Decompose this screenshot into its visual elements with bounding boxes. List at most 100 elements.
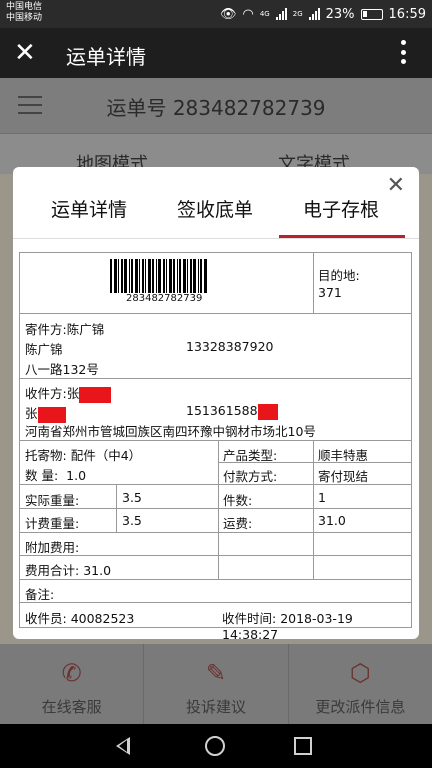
recent-apps-icon[interactable] <box>294 737 312 755</box>
system-nav-bar <box>0 724 432 768</box>
network-type-2: 2G <box>292 9 303 18</box>
quantity-label: 数 量: <box>25 468 59 483</box>
box-icon: ⬡ <box>349 659 371 687</box>
remarks-label: 备注: <box>25 587 55 602</box>
cargo-value: 配件（中4） <box>70 448 142 463</box>
waybill-number: 运单号 283482782739 <box>106 96 326 120</box>
tab-electronic-stub[interactable]: 电子存根 <box>303 195 379 222</box>
carrier-2: 中国移动 <box>6 13 43 23</box>
total-fee-row: 费用合计: 31.0 <box>25 560 111 579</box>
divider <box>218 462 411 463</box>
recipient-name-2: 张 <box>25 406 38 421</box>
sender-label: 寄件方: <box>25 322 67 337</box>
change-delivery-button[interactable]: ⬡ 更改派件信息 <box>289 644 432 724</box>
freight-label: 运费: <box>223 516 253 531</box>
more-options-icon[interactable] <box>401 40 406 64</box>
destination-label: 目的地: <box>318 268 360 283</box>
total-fee-value: 31.0 <box>83 563 112 578</box>
divider <box>218 440 219 580</box>
edit-icon: ✎ <box>205 659 227 687</box>
courier-value: 40082523 <box>70 611 135 626</box>
divider <box>20 532 411 533</box>
battery-percent: 23% <box>325 6 355 22</box>
home-icon[interactable] <box>205 736 225 756</box>
pickup-time-label: 收件时间: <box>222 611 277 626</box>
recipient-phone: 151361588 <box>186 403 258 418</box>
divider <box>20 555 411 556</box>
waybill-detail-modal: ✕ 运单详情 签收底单 电子存根 283482782739 目的地: 371 寄… <box>13 167 419 642</box>
tab-divider <box>13 238 419 239</box>
recipient-label: 收件方: <box>25 386 67 401</box>
barcode <box>110 259 220 293</box>
courier-row: 收件员: 40082523 <box>25 608 134 627</box>
redaction-mark <box>79 386 112 403</box>
freight-value: 31.0 <box>318 513 346 528</box>
billed-weight-label: 计费重量: <box>25 516 80 531</box>
redaction-mark <box>257 403 278 420</box>
sender-name-2: 陈广锦 <box>25 342 63 357</box>
total-fee-label: 费用合计: <box>25 563 80 578</box>
payment-label: 付款方式: <box>223 469 278 484</box>
modal-tabs: 运单详情 签收底单 电子存根 <box>13 191 419 237</box>
status-bar: 中国电信 中国移动 👁 ◠ 4G 2G 23% 16:59 <box>0 0 432 28</box>
recipient-name: 张 <box>66 386 80 401</box>
electronic-stub: 283482782739 目的地: 371 寄件方:陈广锦 陈广锦 133283… <box>19 252 412 642</box>
actual-weight-value: 3.5 <box>122 490 142 505</box>
sender-label-row: 寄件方:陈广锦 <box>25 319 104 338</box>
change-delivery-label: 更改派件信息 <box>315 698 406 716</box>
actual-weight-label: 实际重量: <box>25 493 80 508</box>
divider <box>313 440 314 580</box>
recipient-name-row: 张 <box>25 403 66 423</box>
divider <box>20 602 411 603</box>
payment-value: 寄付现结 <box>318 469 369 484</box>
pieces-label: 件数: <box>223 493 253 508</box>
extra-fee-label: 附加费用: <box>25 540 80 555</box>
phone-icon: ✆ <box>61 659 82 687</box>
tab-receipt[interactable]: 签收底单 <box>177 195 253 222</box>
barcode-number: 283482782739 <box>126 293 203 304</box>
bottom-action-bar: ✆ 在线客服 ✎ 投诉建议 ⬡ 更改派件信息 <box>0 644 432 724</box>
tab-waybill-detail[interactable]: 运单详情 <box>51 195 127 222</box>
quantity-value: 1.0 <box>66 468 87 483</box>
battery-icon <box>360 8 383 20</box>
divider <box>20 484 411 485</box>
courier-label: 收件员: <box>25 611 67 626</box>
cargo-row: 托寄物: 配件（中4） <box>25 445 141 464</box>
complaint-button[interactable]: ✎ 投诉建议 <box>144 644 289 724</box>
divider <box>313 253 314 313</box>
recipient-phone-row: 151361588 <box>186 403 278 420</box>
divider <box>20 378 411 379</box>
recipient-label-row: 收件方:张 <box>25 383 112 403</box>
online-service-label: 在线客服 <box>41 698 102 716</box>
divider <box>20 579 411 580</box>
eye-icon: 👁 <box>219 6 237 22</box>
pickup-time-row: 收件时间: 2018-03-19 14:38:27 <box>222 608 411 642</box>
recipient-address: 河南省郑州市管城回族区南四环豫中钢材市场北10号 <box>25 424 316 439</box>
pieces-value: 1 <box>318 490 326 505</box>
sender-address: 八一路132号 <box>25 362 99 377</box>
app-bar: ✕ 运单详情 <box>0 28 432 78</box>
billed-weight-value: 3.5 <box>122 513 142 528</box>
online-service-button[interactable]: ✆ 在线客服 <box>0 644 145 724</box>
status-icons: 👁 ◠ 4G 2G 23% 16:59 <box>220 0 426 28</box>
network-type-1: 4G <box>259 9 270 18</box>
sender-name: 陈广锦 <box>66 322 105 337</box>
divider <box>20 440 411 441</box>
destination-code: 371 <box>318 285 342 300</box>
carrier-info: 中国电信 中国移动 <box>6 2 42 24</box>
close-icon[interactable]: ✕ <box>14 40 36 66</box>
signal-icon-1 <box>275 8 287 20</box>
back-icon[interactable] <box>116 737 130 755</box>
cargo-label: 托寄物: <box>25 448 67 463</box>
quantity-row: 数 量: 1.0 <box>25 465 86 484</box>
complaint-label: 投诉建议 <box>185 698 246 716</box>
sender-phone: 13328387920 <box>186 339 274 354</box>
carrier-1: 中国电信 <box>6 2 43 12</box>
clock: 16:59 <box>388 6 426 22</box>
page-title: 运单详情 <box>66 45 146 69</box>
wifi-icon: ◠ <box>242 6 254 22</box>
divider <box>20 313 411 314</box>
divider <box>20 508 411 509</box>
signal-icon-2 <box>308 8 320 20</box>
waybill-header: 运单号 283482782739 <box>0 78 432 134</box>
